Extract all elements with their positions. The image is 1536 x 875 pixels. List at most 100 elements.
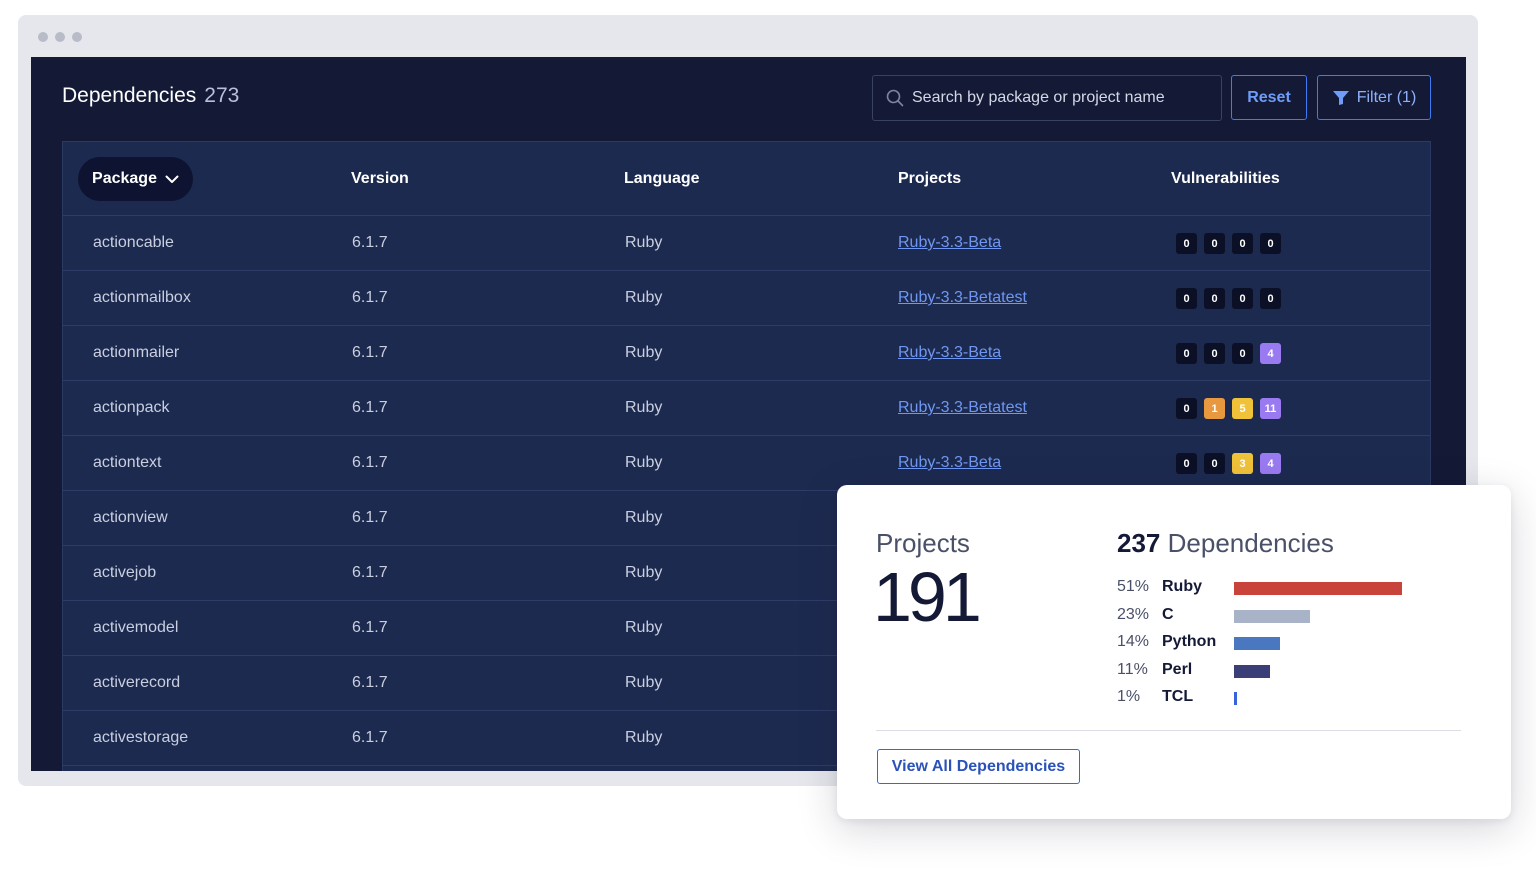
project-link[interactable]: Ruby-3.3-Beta [898,234,1001,252]
vulnerability-count-badge[interactable]: 0 [1176,233,1197,254]
package-version: 6.1.7 [352,564,388,581]
project-link[interactable]: Ruby-3.3-Beta [898,454,1001,472]
package-name: actionmailbox [93,289,191,306]
vulnerability-count-badge[interactable]: 3 [1232,453,1253,474]
window-dot[interactable] [55,32,65,42]
page-title: Dependencies 273 [62,84,239,108]
vulnerability-count-badge[interactable]: 0 [1176,288,1197,309]
vulnerability-count-badge[interactable]: 0 [1204,453,1225,474]
project-link[interactable]: Ruby-3.3-Betatest [898,399,1027,417]
package-language: Ruby [625,454,663,471]
package-name: actionpack [93,399,170,416]
language-name: C [1162,605,1174,623]
language-percent: 51% [1117,578,1150,595]
vulnerability-badges: 0000 [1176,233,1281,254]
search-icon [886,89,904,107]
table-row[interactable]: actionmailbox 6.1.7 Ruby Ruby-3.3-Betatest 0… [63,271,1430,326]
package-language: Ruby [625,344,663,361]
package-language: Ruby [625,399,663,416]
package-language: Ruby [625,234,663,251]
language-percent: 23% [1117,605,1150,623]
language-percent: 11% [1117,660,1148,678]
project-link[interactable]: Ruby-3.3-Beta [898,344,1001,362]
package-name: activejob [93,564,157,581]
language-bar [1234,637,1280,650]
vulnerability-count-badge[interactable]: 0 [1260,233,1281,254]
vulnerability-badges: 0004 [1176,343,1281,364]
column-header-package: Package [92,170,157,187]
language-name: Ruby [1162,578,1202,595]
window-dot[interactable] [38,32,48,42]
language-bar [1234,664,1270,678]
package-language: Ruby [625,674,663,691]
package-version: 6.1.7 [352,674,388,691]
vulnerability-count-badge[interactable]: 4 [1260,343,1281,364]
package-name: actioncable [93,234,174,251]
vulnerability-count-badge[interactable]: 0 [1176,398,1197,419]
search-input[interactable] [912,89,1202,107]
vulnerability-count-badge[interactable]: 0 [1232,288,1253,309]
table-header: Package Version Language Projects Vulner… [63,142,1430,216]
view-all-dependencies-button[interactable]: View All Dependencies [877,749,1080,784]
vulnerability-badges: 0034 [1176,453,1281,474]
package-version: 6.1.7 [352,399,388,416]
language-name: Perl [1162,660,1193,678]
language-name: Python [1162,633,1217,650]
window-dot[interactable] [72,32,82,42]
table-row[interactable]: actionmailer 6.1.7 Ruby Ruby-3.3-Beta 0 0 0 4 [63,326,1430,381]
table-row[interactable]: actionpack 6.1.7 Ruby Ruby-3.3-Betatest 0 1 5 1… [63,381,1430,436]
vulnerability-count-badge[interactable]: 4 [1260,453,1281,474]
package-language: Ruby [625,564,663,581]
table-row[interactable]: actioncable 6.1.7 Ruby Ruby-3.3-Beta 0 0 0 0 [63,216,1430,271]
vulnerability-count-badge[interactable]: 0 [1260,288,1281,309]
dependency-count: 273 [204,84,240,107]
column-header-version[interactable]: Version [351,170,409,188]
package-version: 6.1.7 [352,289,388,306]
language-name: TCL [1162,688,1194,705]
filter-button[interactable]: Filter (1) [1317,75,1431,120]
column-header-projects[interactable]: Projects [898,170,961,188]
vulnerability-badges: 0 1 5 11 [1176,398,1281,419]
reset-button[interactable]: Reset [1231,75,1307,120]
language-bar [1234,609,1310,623]
dependencies-summary-title: 237 Dependencies [1117,528,1334,559]
vulnerability-count-badge[interactable]: 0 [1204,233,1225,254]
package-language: Ruby [625,509,663,526]
page-title-text: Dependencies [62,84,197,107]
vulnerability-badges: 0000 [1176,288,1281,309]
language-percent: 1% [1117,688,1141,705]
vulnerability-count-badge[interactable]: 0 [1232,233,1253,254]
vulnerability-count-badge[interactable]: 5 [1232,398,1253,419]
package-version: 6.1.7 [352,729,388,746]
package-version: 6.1.7 [352,344,388,361]
column-header-vulnerabilities[interactable]: Vulnerabilities [1171,170,1280,188]
projects-label: Projects [876,528,970,558]
table-row[interactable]: actiontext 6.1.7 Ruby Ruby-3.3-Beta 0 0 3 4 [63,436,1430,491]
window-controls [38,32,82,42]
package-version: 6.1.7 [352,619,388,636]
filter-icon [1332,90,1349,105]
vulnerability-count-badge[interactable]: 1 [1204,398,1225,419]
package-name: actionview [93,509,168,526]
package-sort-dropdown[interactable]: Package [78,157,193,201]
package-version: 6.1.7 [352,509,388,526]
package-language: Ruby [625,289,663,306]
dependencies-label: Dependencies [1167,528,1334,558]
vulnerability-count-badge[interactable]: 0 [1232,343,1253,364]
vulnerability-count-badge[interactable]: 0 [1176,453,1197,474]
column-header-language[interactable]: Language [624,170,700,188]
package-version: 6.1.7 [352,234,388,251]
vulnerability-count-badge[interactable]: 11 [1260,398,1281,419]
vulnerability-count-badge[interactable]: 0 [1176,343,1197,364]
project-link[interactable]: Ruby-3.3-Betatest [898,289,1027,307]
package-version: 6.1.7 [352,454,388,471]
package-name: activerecord [93,674,181,691]
language-bar [1234,582,1402,595]
package-name: actionmailer [93,344,180,361]
package-name: activemodel [93,619,179,636]
vulnerability-count-badge[interactable]: 0 [1204,288,1225,309]
package-name: actiontext [93,454,162,471]
vulnerability-count-badge[interactable]: 0 [1204,343,1225,364]
package-language: Ruby [625,729,663,746]
search-box[interactable] [872,75,1222,121]
